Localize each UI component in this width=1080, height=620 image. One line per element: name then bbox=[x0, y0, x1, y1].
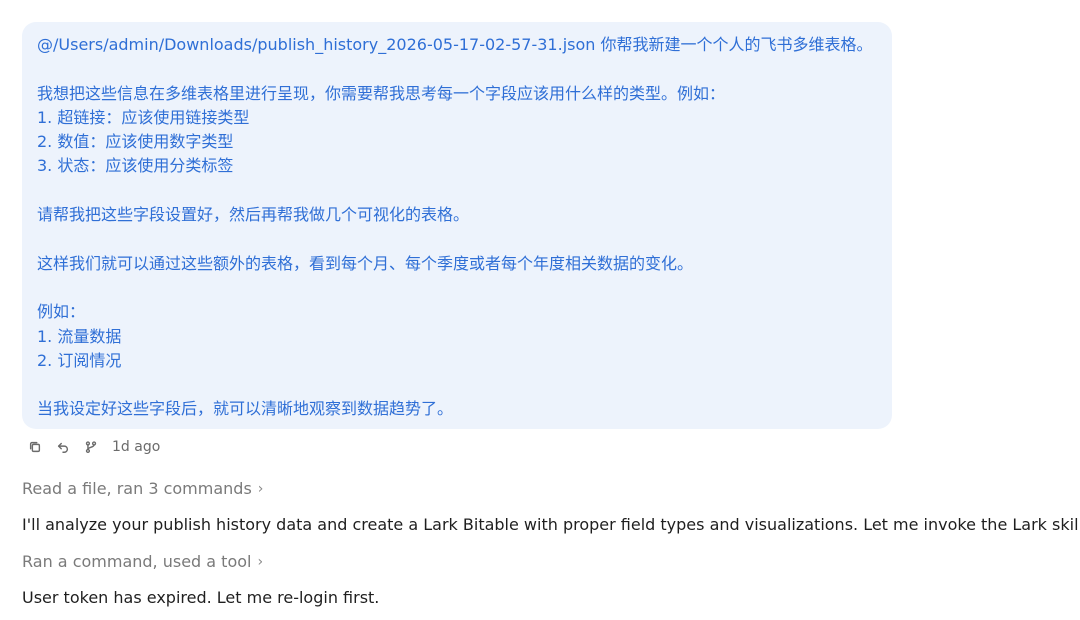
assistant-message-1: I'll analyze your publish history data a… bbox=[22, 515, 1080, 534]
message-line: 这样我们就可以通过这些额外的表格，看到每个月、每个季度或者每个年度相关数据的变化… bbox=[37, 253, 694, 273]
message-line: 3. 状态：应该使用分类标签 bbox=[37, 156, 234, 176]
chat-transcript: @/Users/admin/Downloads/publish_history_… bbox=[0, 0, 1080, 620]
message-line: @/Users/admin/Downloads/publish_history_… bbox=[37, 35, 873, 54]
message-line: 请帮我把这些字段设置好，然后再帮我做几个可视化的表格。 bbox=[37, 205, 470, 225]
assistant-message-2: User token has expired. Let me re-login … bbox=[22, 588, 380, 607]
activity-summary-label: Read a file, ran 3 commands bbox=[22, 479, 252, 498]
chevron-right-icon: › bbox=[257, 553, 264, 570]
message-line: 1. 超链接：应该使用链接类型 bbox=[37, 107, 250, 127]
chevron-right-icon: › bbox=[257, 480, 264, 497]
message-actions: 1d ago bbox=[26, 436, 160, 458]
message-line: 2. 数值：应该使用数字类型 bbox=[37, 132, 234, 152]
message-timestamp: 1d ago bbox=[112, 439, 161, 455]
undo-icon[interactable] bbox=[54, 438, 72, 456]
activity-summary-label: Ran a command, used a tool bbox=[22, 552, 252, 571]
activity-summary-1[interactable]: Read a file, ran 3 commands › bbox=[22, 479, 263, 498]
user-message-bubble: @/Users/admin/Downloads/publish_history_… bbox=[22, 22, 892, 429]
activity-summary-2[interactable]: Ran a command, used a tool › bbox=[22, 552, 263, 571]
message-line: 1. 流量数据 bbox=[37, 326, 122, 346]
message-line: 当我设定好这些字段后，就可以清晰地观察到数据趋势了。 bbox=[37, 399, 454, 419]
message-line: 2. 订阅情况 bbox=[37, 350, 122, 370]
message-line: 例如： bbox=[37, 302, 86, 322]
message-line: 我想把这些信息在多维表格里进行呈现，你需要帮我思考每一个字段应该用什么样的类型。… bbox=[37, 83, 726, 103]
branch-icon[interactable] bbox=[82, 438, 100, 456]
copy-icon[interactable] bbox=[26, 438, 44, 456]
